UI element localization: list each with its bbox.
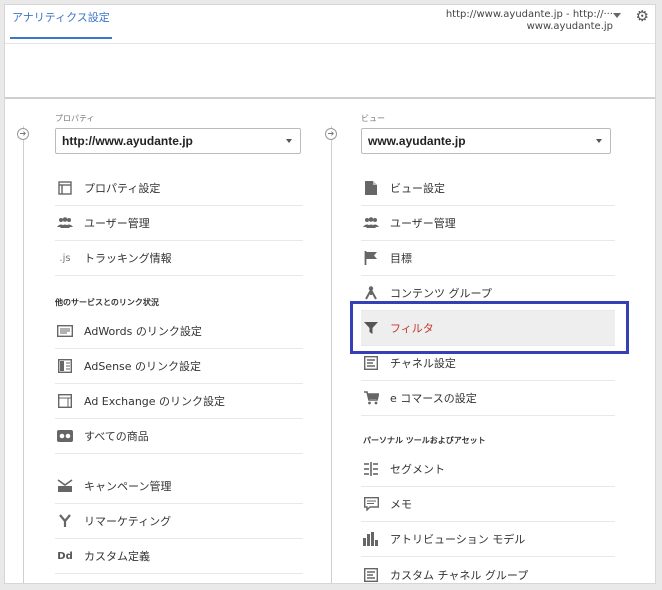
tracking-info-item[interactable]: .js トラッキング情報 [55, 241, 303, 276]
adwords-link-label: AdWords のリンク設定 [84, 325, 202, 338]
campaign-management-item[interactable]: キャンペーン管理 [55, 469, 303, 504]
arrow-circle-icon: ➔ [17, 128, 29, 140]
view-settings-item[interactable]: ビュー設定 [361, 171, 615, 206]
arrow-circle-icon: ➔ [325, 128, 337, 140]
memo-icon [363, 496, 379, 512]
property-select-value: http://www.ayudante.jp [62, 134, 193, 148]
memo-item[interactable]: メモ [361, 487, 615, 522]
adexchange-link-item[interactable]: Ad Exchange のリンク設定 [55, 384, 303, 419]
remarketing-icon [57, 513, 73, 529]
property-settings-label: プロパティ設定 [84, 182, 161, 195]
segments-label: セグメント [390, 463, 445, 476]
adsense-icon [57, 358, 73, 374]
js-icon: .js [59, 252, 71, 264]
custom-channel-icon [363, 567, 379, 583]
content-group-label: コンテンツ グループ [390, 287, 492, 300]
campaign-icon [57, 478, 73, 494]
adsense-link-label: AdSense のリンク設定 [84, 360, 202, 373]
custom-definitions-item[interactable]: Dd カスタム定義 [55, 539, 303, 574]
view-user-management-label: ユーザー管理 [390, 217, 456, 230]
top-bar: アナリティクス設定 http://www.ayudante.jp - http:… [5, 5, 655, 44]
property-user-management-label: ユーザー管理 [84, 217, 150, 230]
view-timeline-line [331, 126, 332, 583]
view-column: ➔ ビュー www.ayudante.jp ビュー設定 ユーザー管理 目標 コン… [315, 99, 655, 583]
adwords-icon [57, 323, 73, 339]
cart-icon [363, 390, 379, 406]
tracking-info-label: トラッキング情報 [84, 252, 172, 265]
attribution-icon [363, 531, 379, 547]
window-icon [57, 180, 73, 196]
view-settings-label: ビュー設定 [390, 182, 445, 195]
content-group-icon [363, 285, 379, 301]
dd-icon: Dd [57, 550, 73, 562]
users-icon [363, 215, 379, 231]
property-label: プロパティ [55, 114, 95, 123]
adexchange-icon [57, 393, 73, 409]
links-section-heading: 他のサービスとのリンク状況 [55, 298, 159, 307]
adsense-link-item[interactable]: AdSense のリンク設定 [55, 349, 303, 384]
view-select[interactable]: www.ayudante.jp [361, 128, 611, 154]
property-timeline-line [23, 126, 24, 583]
attribution-model-item[interactable]: アトリビューション モデル [361, 522, 615, 557]
property-settings-item[interactable]: プロパティ設定 [55, 171, 303, 206]
attribution-model-label: アトリビューション モデル [390, 533, 526, 546]
remarketing-item[interactable]: リマーケティング [55, 504, 303, 539]
memo-label: メモ [390, 498, 412, 511]
account-selector[interactable]: http://www.ayudante.jp - http://··· www.… [446, 9, 613, 33]
channel-icon [363, 355, 379, 371]
goals-label: 目標 [390, 252, 412, 265]
filter-item[interactable]: フィルタ [361, 311, 615, 346]
account-line-1: http://www.ayudante.jp - http://··· [445, 9, 613, 20]
channel-settings-label: チャネル設定 [390, 357, 456, 370]
property-column: ➔ プロパティ http://www.ayudante.jp プロパティ設定 ユ… [5, 99, 315, 583]
view-label: ビュー [361, 114, 385, 123]
personal-section-heading: パーソナル ツールおよびアセット [363, 436, 486, 445]
users-icon [57, 215, 73, 231]
adexchange-link-label: Ad Exchange のリンク設定 [84, 395, 226, 408]
tab-analytics-settings[interactable]: アナリティクス設定 [10, 9, 112, 39]
ecommerce-settings-item[interactable]: e コマースの設定 [361, 381, 615, 416]
filter-icon [363, 320, 379, 336]
filter-label: フィルタ [390, 322, 434, 335]
content-group-item[interactable]: コンテンツ グループ [361, 276, 615, 311]
view-select-value: www.ayudante.jp [368, 134, 466, 148]
all-products-item[interactable]: すべての商品 [55, 419, 303, 454]
goals-item[interactable]: 目標 [361, 241, 615, 276]
chevron-down-icon [286, 139, 292, 143]
header-band [5, 44, 655, 96]
campaign-management-label: キャンペーン管理 [84, 480, 172, 493]
ecommerce-settings-label: e コマースの設定 [390, 392, 477, 405]
all-products-label: すべての商品 [84, 430, 149, 443]
custom-definitions-label: カスタム定義 [84, 550, 150, 563]
chevron-down-icon [596, 139, 602, 143]
segments-item[interactable]: セグメント [361, 452, 615, 487]
channel-settings-item[interactable]: チャネル設定 [361, 346, 615, 381]
remarketing-label: リマーケティング [84, 515, 172, 528]
property-select[interactable]: http://www.ayudante.jp [55, 128, 301, 154]
adwords-link-item[interactable]: AdWords のリンク設定 [55, 314, 303, 349]
account-line-2: www.ayudante.jp [526, 21, 613, 32]
products-icon [57, 428, 73, 444]
view-user-management-item[interactable]: ユーザー管理 [361, 206, 615, 241]
flag-icon [363, 250, 379, 266]
segment-icon [363, 461, 379, 477]
custom-channel-group-item[interactable]: カスタム チャネル グループ [361, 557, 615, 583]
document-icon [363, 180, 379, 196]
admin-frame: アナリティクス設定 http://www.ayudante.jp - http:… [4, 4, 656, 584]
custom-channel-group-label: カスタム チャネル グループ [390, 568, 529, 582]
chevron-down-icon[interactable] [613, 13, 621, 18]
gear-icon[interactable]: ⚙ [636, 7, 649, 25]
property-user-management-item[interactable]: ユーザー管理 [55, 206, 303, 241]
